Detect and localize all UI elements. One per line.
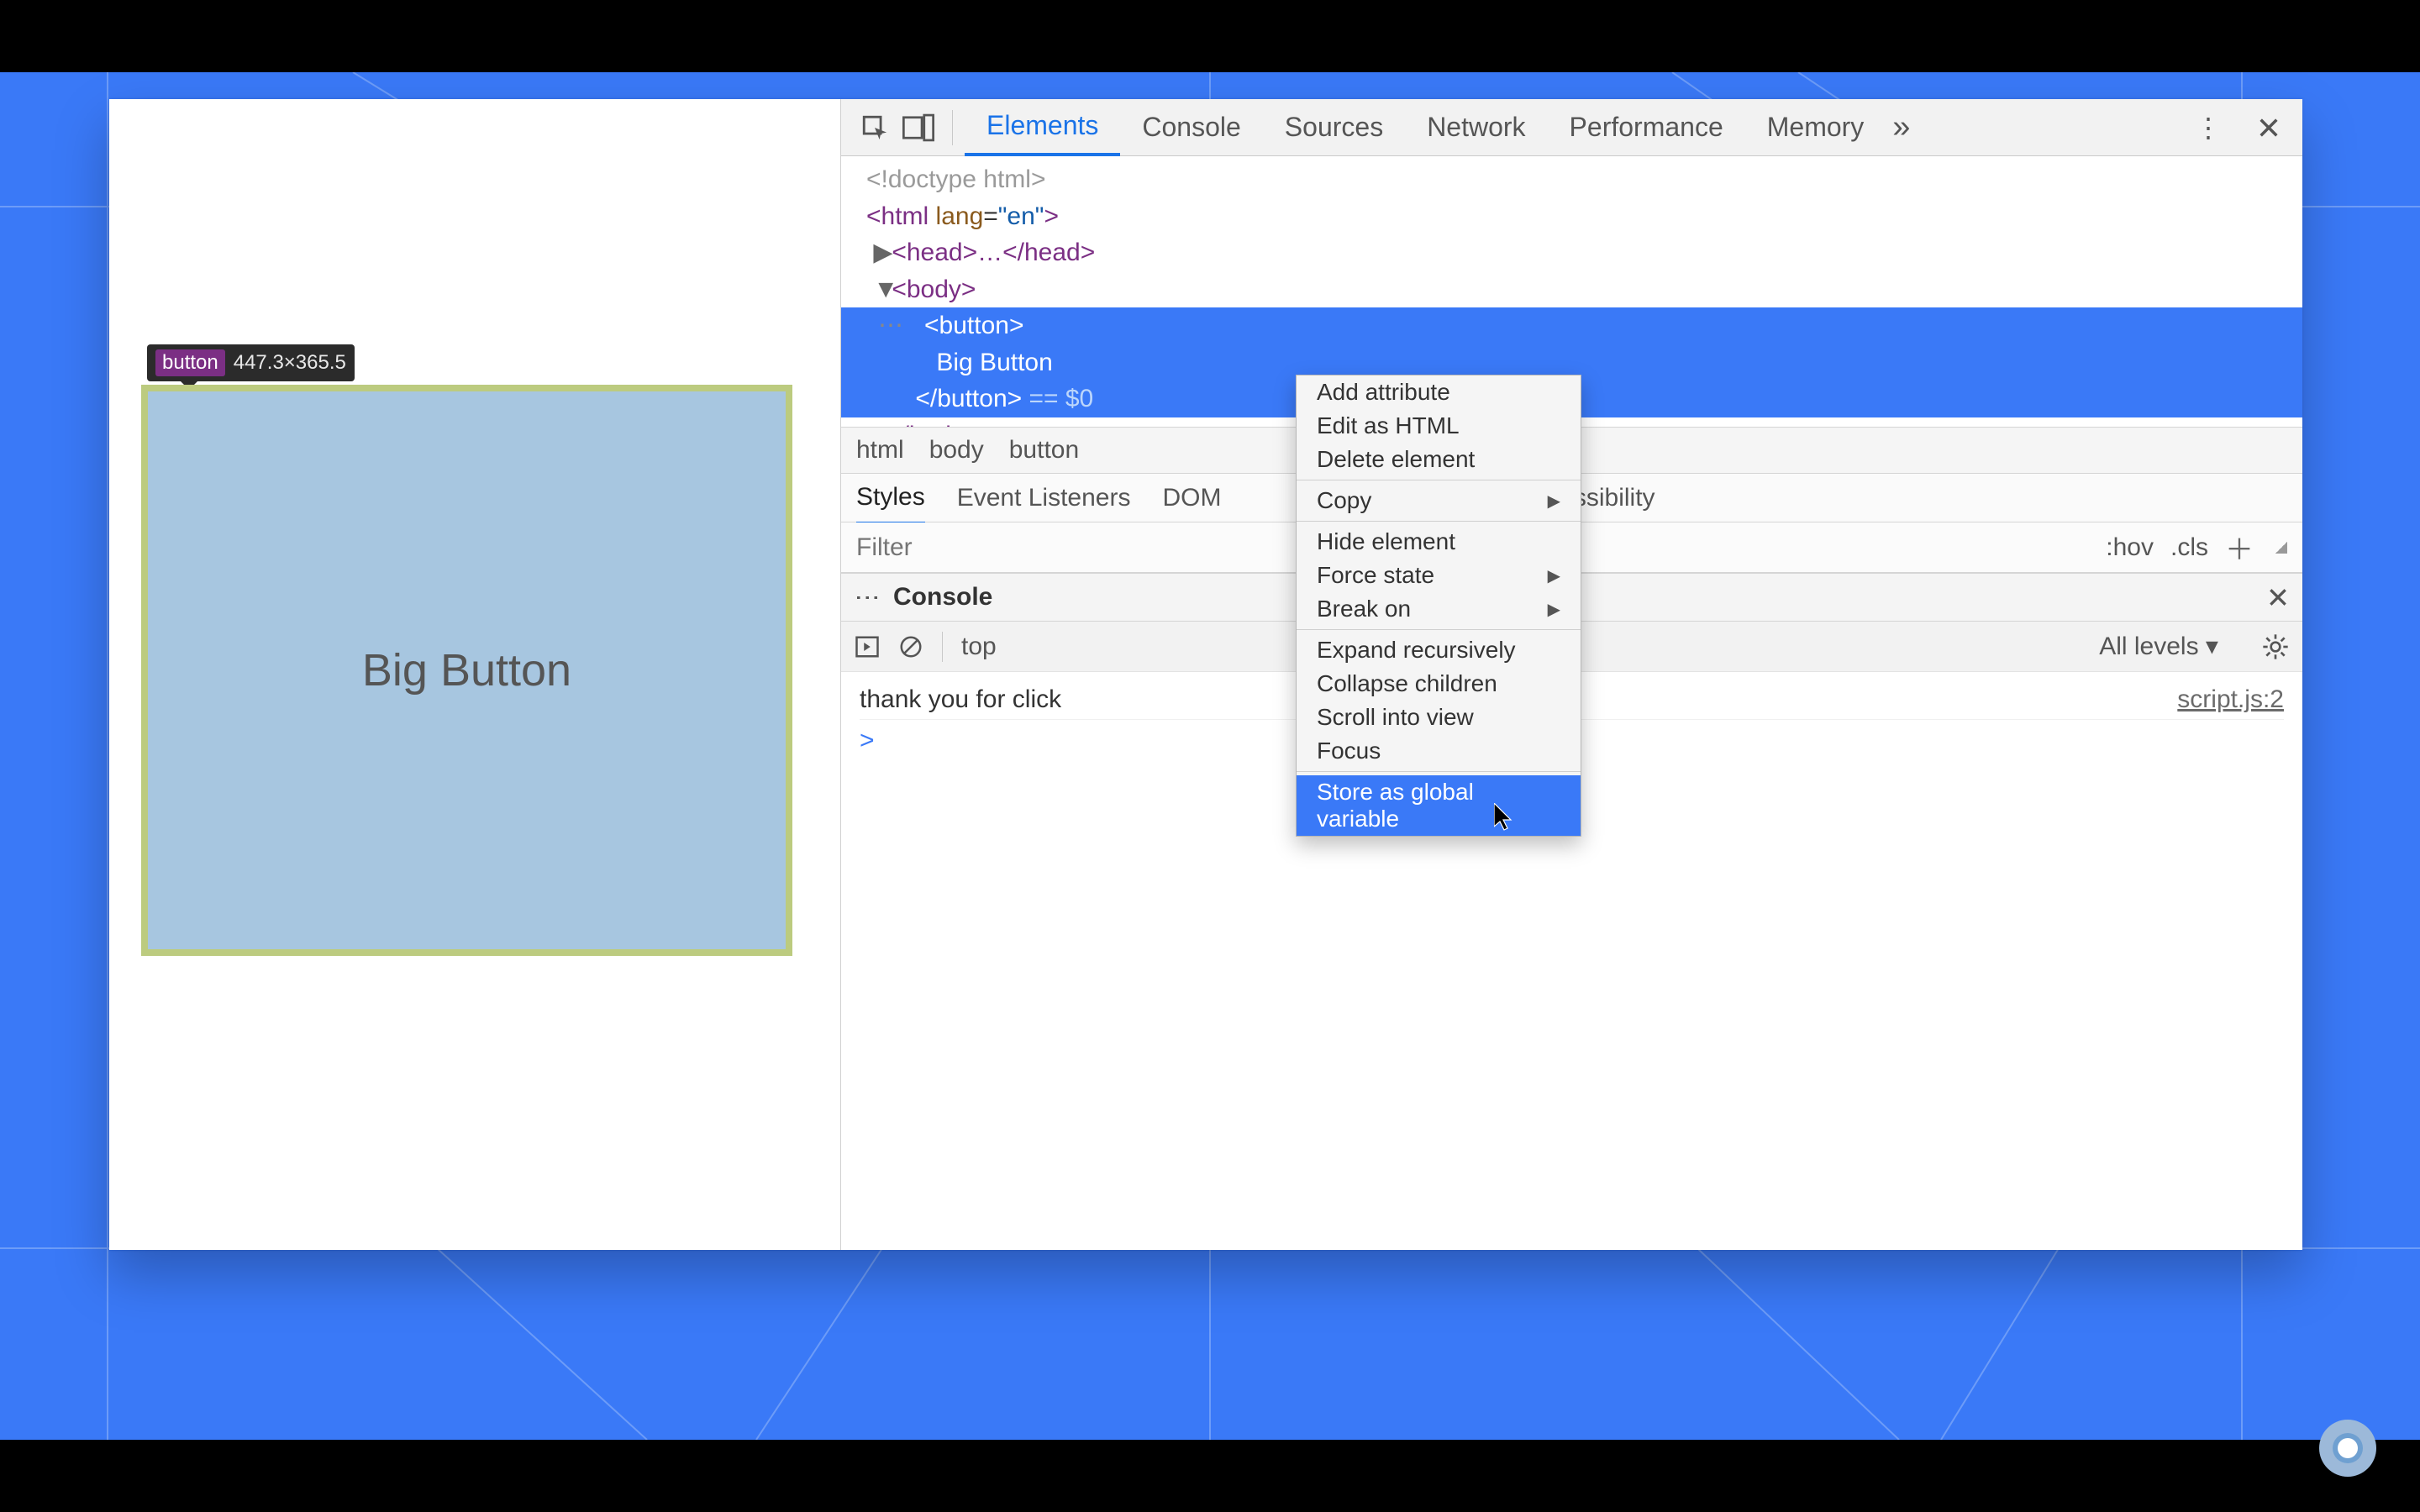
- console-log-text: thank you for click: [860, 685, 1061, 714]
- tab-console[interactable]: Console: [1120, 99, 1262, 156]
- tooltip-dimensions: 447.3×365.5: [234, 351, 346, 375]
- ctx-separator: [1297, 771, 1581, 772]
- ctx-focus[interactable]: Focus: [1297, 734, 1581, 768]
- new-style-rule-icon[interactable]: ＋: [2225, 527, 2254, 568]
- kebab-menu-icon[interactable]: ⋮: [2186, 108, 2230, 147]
- ctx-break-on[interactable]: Break on: [1297, 592, 1581, 626]
- ctx-delete-element[interactable]: Delete element: [1297, 443, 1581, 476]
- element-dimension-tooltip: button 447.3×365.5: [147, 344, 355, 381]
- ctx-edit-as-html[interactable]: Edit as HTML: [1297, 409, 1581, 443]
- breadcrumb-button[interactable]: button: [1009, 436, 1079, 465]
- ctx-collapse-children[interactable]: Collapse children: [1297, 667, 1581, 701]
- console-log-source[interactable]: script.js:2: [2177, 685, 2284, 714]
- hov-toggle[interactable]: :hov: [2106, 533, 2154, 562]
- tab-performance[interactable]: Performance: [1548, 99, 1745, 156]
- dom-doctype: <!doctype html>: [866, 165, 1045, 193]
- page-viewport: button 447.3×365.5 Big Button: [109, 99, 840, 1250]
- mouse-cursor-icon: [1494, 803, 1514, 836]
- clear-console-icon[interactable]: [898, 634, 923, 659]
- big-button[interactable]: Big Button: [141, 385, 792, 956]
- ctx-expand-recursively[interactable]: Expand recursively: [1297, 633, 1581, 667]
- cls-toggle[interactable]: .cls: [2170, 533, 2208, 562]
- browser-devtools-window: button 447.3×365.5 Big Button Elements C…: [109, 99, 2302, 1250]
- tab-network[interactable]: Network: [1405, 99, 1547, 156]
- close-devtools-icon[interactable]: [2247, 108, 2291, 147]
- ctx-hide-element[interactable]: Hide element: [1297, 525, 1581, 559]
- tab-overflow-icon[interactable]: »: [1886, 99, 1917, 156]
- dom-selected-node[interactable]: ⋯ <button>: [841, 307, 2302, 344]
- tab-elements[interactable]: Elements: [965, 99, 1120, 156]
- breadcrumb-html[interactable]: html: [856, 436, 904, 465]
- console-settings-icon[interactable]: [2262, 633, 2289, 660]
- resize-corner-icon: [2275, 542, 2287, 554]
- log-levels-selector[interactable]: All levels ▾: [2099, 632, 2218, 661]
- separator: [952, 110, 953, 145]
- ctx-separator: [1297, 521, 1581, 522]
- ctx-copy[interactable]: Copy: [1297, 484, 1581, 517]
- execution-context-selector[interactable]: top: [961, 633, 997, 661]
- breadcrumb-body[interactable]: body: [929, 436, 984, 465]
- console-sidebar-toggle-icon[interactable]: [855, 634, 880, 659]
- tab-sources[interactable]: Sources: [1263, 99, 1405, 156]
- ctx-scroll-into-view[interactable]: Scroll into view: [1297, 701, 1581, 734]
- big-button-label: Big Button: [362, 644, 571, 696]
- subtab-styles[interactable]: Styles: [856, 483, 925, 524]
- inspect-icon[interactable]: [853, 108, 897, 147]
- video-frame: button 447.3×365.5 Big Button Elements C…: [0, 0, 2420, 1512]
- console-drawer-label: Console: [893, 583, 992, 612]
- subtab-dom-breakpoints[interactable]: DOM: [1162, 484, 1221, 512]
- devtools-toolbar: Elements Console Sources Network Perform…: [841, 99, 2302, 156]
- tooltip-tag-name: button: [155, 349, 225, 376]
- ctx-separator: [1297, 629, 1581, 630]
- subtab-event-listeners[interactable]: Event Listeners: [957, 484, 1131, 512]
- console-kebab-icon[interactable]: ⋮: [853, 585, 882, 610]
- tab-memory[interactable]: Memory: [1745, 99, 1886, 156]
- close-console-drawer-icon[interactable]: [2267, 586, 2289, 608]
- context-menu: Add attribute Edit as HTML Delete elemen…: [1296, 375, 1581, 837]
- chrome-logo-icon: [2319, 1420, 2376, 1477]
- ctx-store-as-global[interactable]: Store as global variable: [1297, 775, 1581, 836]
- device-toolbar-icon[interactable]: [897, 108, 940, 147]
- ctx-force-state[interactable]: Force state: [1297, 559, 1581, 592]
- ctx-add-attribute[interactable]: Add attribute: [1297, 375, 1581, 409]
